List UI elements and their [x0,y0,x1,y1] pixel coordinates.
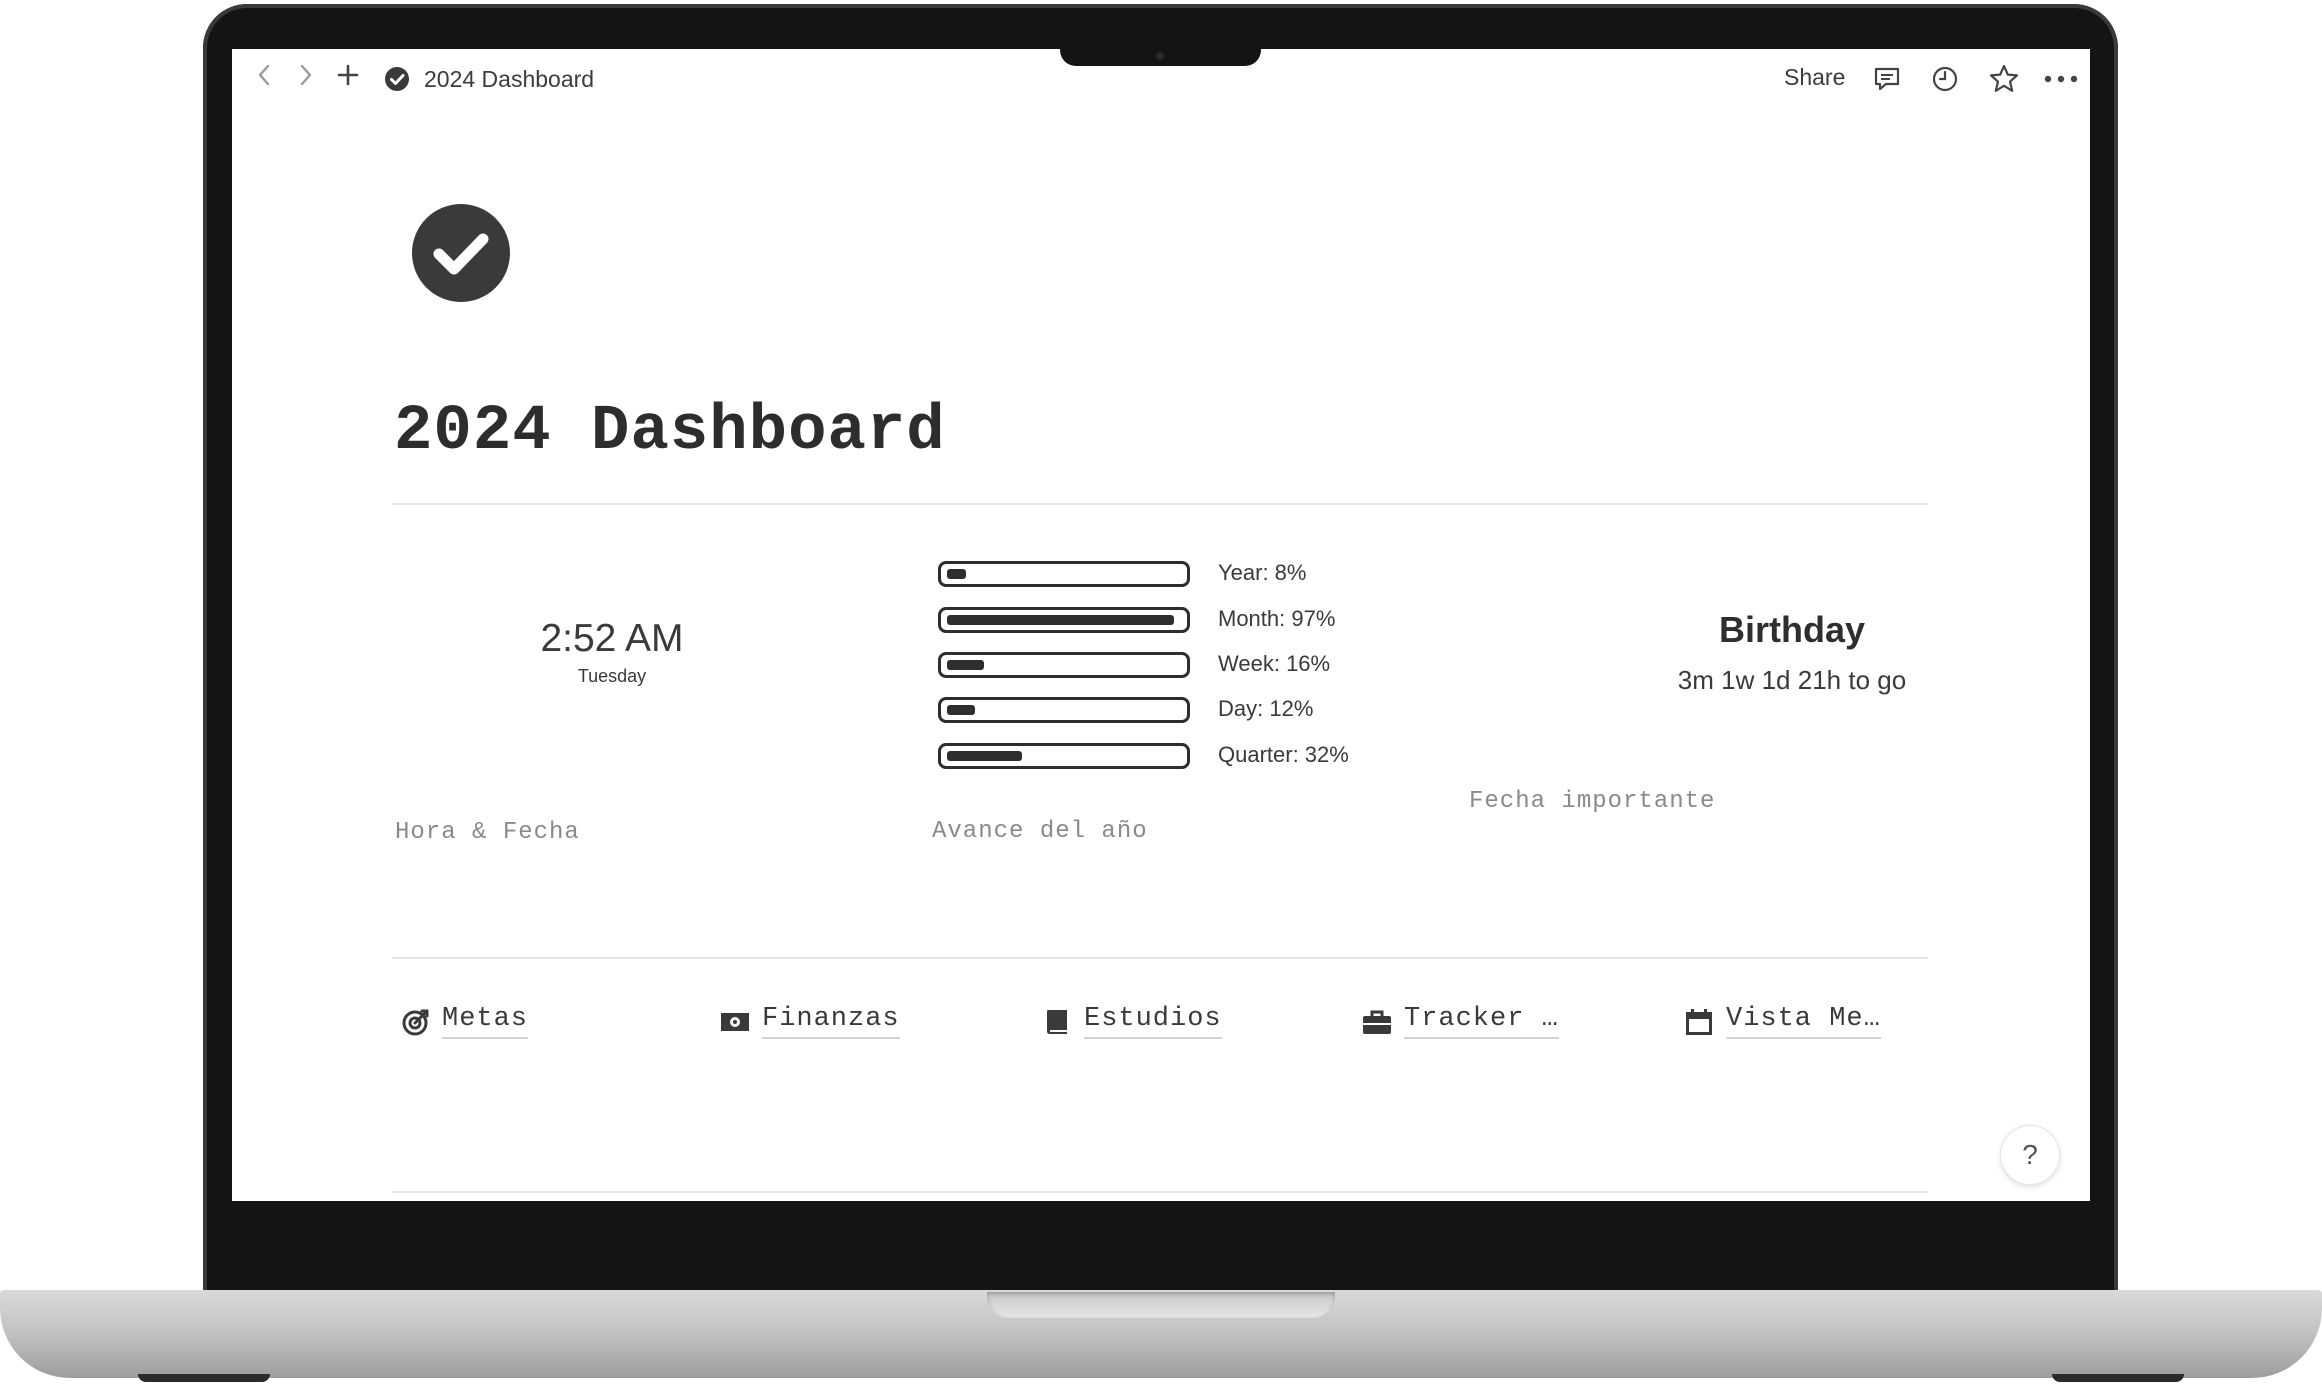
link-label[interactable]: Finanzas [762,1004,900,1039]
progress-label: Year: 8% [1218,560,1307,585]
clock-widget: 2:52 AM Tuesday [482,619,742,687]
progress-bar-fill [947,569,966,579]
progress-bar-fill [947,660,984,670]
camera-icon [1156,52,1164,60]
link-label[interactable]: Tracker … [1404,1004,1559,1039]
countdown-widget: Birthday 3m 1w 1d 21h to go [1532,609,2052,696]
plus-icon[interactable] [336,63,360,87]
link-label[interactable]: Estudios [1084,1004,1222,1039]
progress-caption: Avance del año [932,818,1148,845]
link-label[interactable]: Vista Me… [1726,1004,1881,1039]
share-button[interactable]: Share [1784,64,1845,91]
check-circle-icon [412,204,510,302]
progress-bar [938,561,1190,587]
progress-label: Day: 12% [1218,696,1314,721]
progress-bar [938,652,1190,678]
divider [392,957,1928,959]
progress-label: Week: 16% [1218,651,1331,676]
laptop-foot-right [2052,1374,2184,1382]
clock-day: Tuesday [577,666,647,686]
countdown-title: Birthday [1718,609,1866,650]
link-tracker[interactable]: Tracker … [1362,1004,1559,1039]
link-label[interactable]: Metas [442,1004,529,1039]
link-vista-mensual[interactable]: Vista Me… [1684,1004,1881,1039]
progress-bar-fill [947,751,1022,761]
progress-bar-fill [947,705,975,715]
star-icon[interactable] [1988,63,2020,95]
clock-time: 2:52 AM [540,617,684,660]
page-title[interactable]: 2024 Dashboard [394,400,946,464]
back-arrow-icon[interactable] [256,63,272,87]
link-estudios[interactable]: Estudios [1042,1004,1222,1039]
breadcrumb-page-title[interactable]: 2024 Dashboard [424,66,594,93]
comment-icon[interactable] [1872,64,1902,94]
help-button[interactable]: ? [2000,1125,2060,1185]
clock-history-icon[interactable] [1930,64,1960,94]
divider [392,503,1928,505]
link-finanzas[interactable]: Finanzas [720,1004,900,1039]
countdown-subtitle: 3m 1w 1d 21h to go [1677,665,1907,695]
progress-label: Month: 97% [1218,606,1336,631]
progress-label: Quarter: 32% [1218,742,1349,767]
page-icon[interactable] [412,204,510,302]
target-icon [400,1007,430,1037]
app-screen: 2024 Dashboard Share 2024 Dashboard 2:52… [232,49,2090,1201]
check-circle-icon [384,66,410,92]
book-icon [1042,1007,1072,1037]
laptop-opening-notch [987,1292,1335,1318]
camera-notch [1060,48,1261,66]
progress-bar-fill [947,615,1174,625]
calendar-icon [1684,1007,1714,1037]
divider [392,1191,1928,1193]
link-metas[interactable]: Metas [400,1004,529,1039]
countdown-caption: Fecha importante [1469,788,1716,815]
laptop-foot-left [138,1374,270,1382]
progress-bar [938,743,1190,769]
money-icon [720,1007,750,1037]
briefcase-icon [1362,1007,1392,1037]
progress-bar [938,697,1190,723]
progress-bar [938,607,1190,633]
clock-caption: Hora & Fecha [395,819,580,846]
forward-arrow-icon[interactable] [298,63,314,87]
more-icon[interactable] [2044,75,2078,83]
